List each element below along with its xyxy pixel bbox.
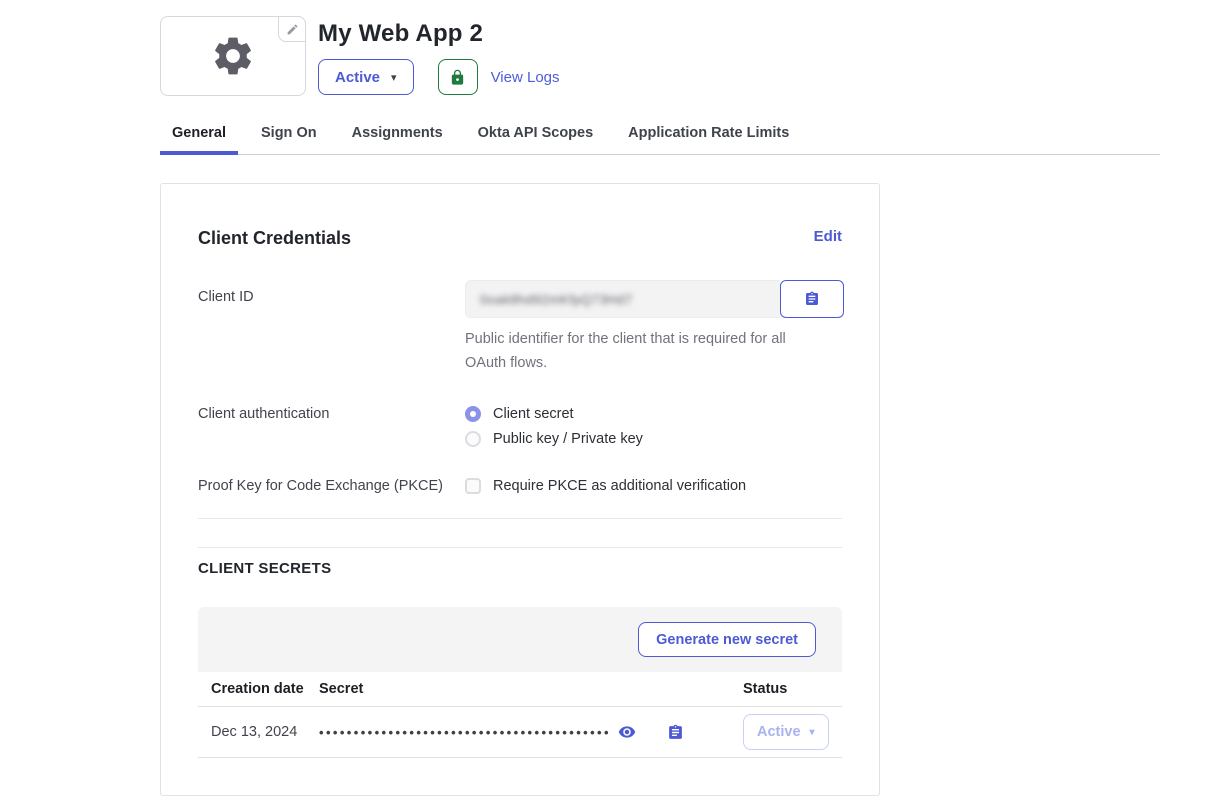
radio-public-private-key[interactable] bbox=[465, 431, 481, 447]
eye-icon bbox=[618, 723, 636, 741]
secret-status-cell: Active ▾ bbox=[743, 714, 842, 750]
divider bbox=[198, 518, 842, 519]
secret-status-dropdown[interactable]: Active ▾ bbox=[743, 714, 829, 750]
column-header-status: Status bbox=[743, 681, 842, 697]
column-header-secret: Secret bbox=[319, 681, 743, 697]
generate-new-secret-button[interactable]: Generate new secret bbox=[638, 622, 816, 657]
table-header-row: Creation date Secret Status bbox=[198, 672, 842, 707]
app-header: My Web App 2 Active ▾ View Logs bbox=[0, 0, 1213, 96]
option-public-private-key: Public key / Private key bbox=[465, 431, 842, 447]
header-main: My Web App 2 Active ▾ View Logs bbox=[318, 16, 560, 95]
tab-assignments[interactable]: Assignments bbox=[340, 125, 455, 154]
tab-okta-api-scopes[interactable]: Okta API Scopes bbox=[466, 125, 606, 154]
secret-cell: ••••••••••••••••••••••••••••••••••••••••… bbox=[319, 723, 743, 741]
client-id-masked-value: 0oak8hd92mKfpQ73Hd7 bbox=[480, 292, 633, 307]
copy-client-id-button[interactable] bbox=[780, 280, 844, 318]
client-secrets-title: CLIENT SECRETS bbox=[198, 560, 842, 577]
reveal-secret-button[interactable] bbox=[618, 723, 636, 741]
tab-bar: General Sign On Assignments Okta API Sco… bbox=[160, 125, 1160, 155]
app-status-label: Active bbox=[335, 69, 380, 86]
secret-status-label: Active bbox=[757, 724, 801, 740]
client-id-help-text: Public identifier for the client that is… bbox=[465, 327, 815, 375]
client-id-input-group: 0oak8hd92mKfpQ73Hd7 bbox=[465, 280, 844, 318]
client-id-label: Client ID bbox=[198, 280, 465, 375]
client-id-control: 0oak8hd92mKfpQ73Hd7 Public identifier fo… bbox=[465, 280, 844, 375]
lock-icon bbox=[449, 69, 466, 86]
pkce-label: Proof Key for Code Exchange (PKCE) bbox=[198, 478, 465, 494]
clipboard-copy-icon bbox=[667, 724, 684, 741]
client-authentication-label: Client authentication bbox=[198, 406, 465, 447]
chevron-down-icon: ▾ bbox=[391, 71, 397, 84]
federation-lock-button[interactable] bbox=[438, 59, 478, 95]
column-header-creation-date: Creation date bbox=[198, 681, 319, 697]
header-actions: Active ▾ View Logs bbox=[318, 59, 560, 95]
pkce-option-label: Require PKCE as additional verification bbox=[493, 478, 746, 494]
app-status-dropdown[interactable]: Active ▾ bbox=[318, 59, 414, 95]
radio-client-secret-label: Client secret bbox=[493, 406, 574, 422]
table-toolbar: Generate new secret bbox=[198, 607, 842, 672]
tab-application-rate-limits[interactable]: Application Rate Limits bbox=[616, 125, 801, 154]
option-require-pkce: Require PKCE as additional verification bbox=[465, 478, 842, 494]
okta-app-settings-page: My Web App 2 Active ▾ View Logs General … bbox=[0, 0, 1213, 805]
edit-logo-button[interactable] bbox=[278, 16, 306, 42]
pkce-checkbox[interactable] bbox=[465, 478, 481, 494]
table-row: Dec 13, 2024 •••••••••••••••••••••••••••… bbox=[198, 707, 842, 758]
tab-sign-on[interactable]: Sign On bbox=[249, 125, 329, 154]
option-client-secret: Client secret bbox=[465, 406, 842, 422]
section-header: Client Credentials Edit bbox=[198, 228, 842, 249]
client-id-value-field: 0oak8hd92mKfpQ73Hd7 bbox=[465, 280, 780, 318]
clipboard-copy-icon bbox=[804, 291, 820, 307]
client-secrets-table: Generate new secret Creation date Secret… bbox=[198, 607, 842, 758]
copy-secret-button[interactable] bbox=[667, 724, 684, 741]
client-authentication-row: Client authentication Client secret Publ… bbox=[198, 406, 842, 447]
client-authentication-options: Client secret Public key / Private key bbox=[465, 406, 842, 447]
tab-general[interactable]: General bbox=[160, 125, 238, 154]
client-credentials-card: Client Credentials Edit Client ID 0oak8h… bbox=[160, 183, 880, 796]
gear-icon bbox=[210, 33, 256, 79]
secret-creation-date: Dec 13, 2024 bbox=[198, 724, 319, 740]
pencil-icon bbox=[286, 23, 299, 36]
client-id-row: Client ID 0oak8hd92mKfpQ73Hd7 Public ide… bbox=[198, 280, 842, 375]
section-title: Client Credentials bbox=[198, 228, 351, 249]
app-logo bbox=[160, 16, 306, 96]
edit-link[interactable]: Edit bbox=[814, 228, 842, 245]
divider bbox=[198, 547, 842, 548]
radio-public-private-key-label: Public key / Private key bbox=[493, 431, 643, 447]
view-logs-link[interactable]: View Logs bbox=[491, 69, 560, 86]
page-title: My Web App 2 bbox=[318, 20, 560, 48]
radio-client-secret[interactable] bbox=[465, 406, 481, 422]
pkce-control: Require PKCE as additional verification bbox=[465, 478, 842, 494]
secret-masked-value: ••••••••••••••••••••••••••••••••••••••••… bbox=[319, 725, 611, 740]
chevron-down-icon: ▾ bbox=[810, 727, 815, 738]
pkce-row: Proof Key for Code Exchange (PKCE) Requi… bbox=[198, 478, 842, 494]
